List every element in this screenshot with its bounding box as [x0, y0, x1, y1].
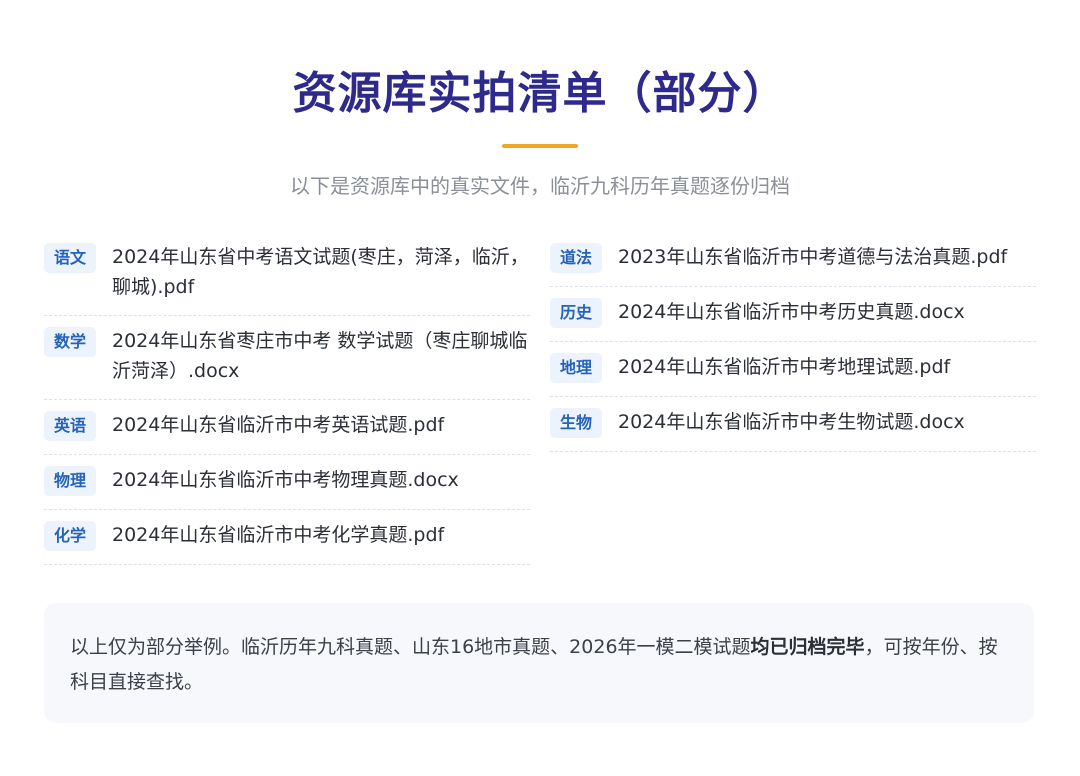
page-title: 资源库实拍清单（部分）	[292, 68, 788, 119]
file-name: 2024年山东省临沂市中考英语试题.pdf	[112, 414, 445, 436]
file-item-chemistry[interactable]: 化学 2024年山东省临沂市中考化学真题.pdf	[44, 510, 530, 565]
summary-note: 以上仅为部分举例。临沂历年九科真题、山东16地市真题、2026年一模二模试题均已…	[44, 603, 1034, 723]
title-accent-bar	[502, 144, 578, 148]
file-name: 2024年山东省临沂市中考生物试题.docx	[618, 411, 965, 433]
page-subtitle: 以下是资源库中的真实文件，临沂九科历年真题逐份归档	[290, 174, 790, 198]
file-name: 2024年山东省枣庄市中考 数学试题（枣庄聊城临沂菏泽）.docx	[112, 330, 528, 382]
subject-tag: 道法	[550, 243, 602, 273]
file-item-biology[interactable]: 生物 2024年山东省临沂市中考生物试题.docx	[550, 397, 1036, 452]
note-text: 以上仅为部分举例。临沂历年九科真题、山东16地市真题、2026年一模二模试题	[70, 636, 751, 658]
file-list-left: 语文 2024年山东省中考语文试题(枣庄，菏泽，临沂，聊城).pdf 数学 20…	[44, 232, 530, 565]
subject-tag: 英语	[44, 411, 96, 441]
subject-tag: 生物	[550, 408, 602, 438]
note-highlight: 均已归档完毕	[750, 636, 865, 658]
file-item-morality-law[interactable]: 道法 2023年山东省临沂市中考道德与法治真题.pdf	[550, 232, 1036, 287]
subject-tag: 地理	[550, 353, 602, 383]
subject-tag: 数学	[44, 327, 96, 357]
file-item-geography[interactable]: 地理 2024年山东省临沂市中考地理试题.pdf	[550, 342, 1036, 397]
file-name: 2024年山东省临沂市中考地理试题.pdf	[618, 356, 951, 378]
file-name: 2024年山东省临沂市中考历史真题.docx	[618, 301, 965, 323]
file-item-english[interactable]: 英语 2024年山东省临沂市中考英语试题.pdf	[44, 400, 530, 455]
subject-tag: 化学	[44, 521, 96, 551]
subject-tag: 历史	[550, 298, 602, 328]
file-name: 2023年山东省临沂市中考道德与法治真题.pdf	[618, 246, 1008, 268]
file-name: 2024年山东省中考语文试题(枣庄，菏泽，临沂，聊城).pdf	[112, 246, 529, 298]
file-item-chinese[interactable]: 语文 2024年山东省中考语文试题(枣庄，菏泽，临沂，聊城).pdf	[44, 232, 530, 316]
file-list-right: 道法 2023年山东省临沂市中考道德与法治真题.pdf 历史 2024年山东省临…	[550, 232, 1036, 452]
file-item-physics[interactable]: 物理 2024年山东省临沂市中考物理真题.docx	[44, 455, 530, 510]
file-name: 2024年山东省临沂市中考化学真题.pdf	[112, 524, 445, 546]
subject-tag: 物理	[44, 466, 96, 496]
file-item-history[interactable]: 历史 2024年山东省临沂市中考历史真题.docx	[550, 287, 1036, 342]
file-name: 2024年山东省临沂市中考物理真题.docx	[112, 469, 459, 491]
subject-tag: 语文	[44, 243, 96, 273]
file-item-math[interactable]: 数学 2024年山东省枣庄市中考 数学试题（枣庄聊城临沂菏泽）.docx	[44, 316, 530, 400]
